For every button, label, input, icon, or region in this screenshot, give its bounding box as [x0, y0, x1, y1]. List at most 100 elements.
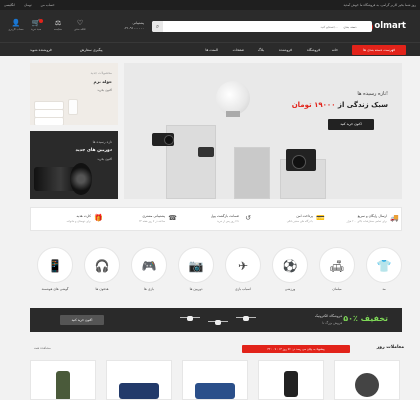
search-category-select[interactable]: دسته بندی	[332, 25, 368, 29]
side-banner-towels[interactable]: محصولات جدید حوله نرم اکنون بخرید	[30, 63, 118, 125]
nav-vendor[interactable]: فروشنده	[279, 48, 292, 52]
search-icon: ⌕	[155, 23, 160, 30]
language-select[interactable]: انگلیسی	[4, 3, 15, 7]
sofa-icon: 🛋	[319, 247, 355, 283]
pedestal	[234, 147, 270, 199]
category-headphones[interactable]: 🎧 هدفون ها	[84, 247, 120, 291]
category-label: دوربین ها	[189, 287, 203, 291]
product-card[interactable]	[258, 360, 324, 400]
category-smartphones[interactable]: 📱 گوشی های هوشمند	[37, 247, 73, 291]
side-banner-link[interactable]: اکنون بخرید	[97, 157, 112, 161]
category-toys[interactable]: ✈ اسباب بازی	[225, 247, 261, 291]
product-card[interactable]	[334, 360, 400, 400]
headphones-icon: 🎧	[84, 247, 120, 283]
nav-home[interactable]: خانه	[332, 48, 338, 52]
lamp-image	[216, 81, 250, 115]
support-icon: ☎	[168, 214, 177, 222]
hero-shop-button[interactable]: اکنون خرید کنید	[328, 119, 374, 130]
card-icon: 💳	[316, 214, 325, 222]
category-label: ورزشی	[284, 287, 296, 291]
top-bar: حساب من تومان انگلیسی روز شما بخیر کاربر…	[0, 0, 420, 10]
hero-kicker: تازه رسیده ها!	[357, 91, 388, 97]
feature-money-back: ↺ ضمانت بازگشت پول تا ۷ روز پس از خرید	[179, 212, 253, 228]
cart-icon: 🛒	[31, 19, 41, 27]
wishlist-button[interactable]: ♡ علاقه مندی	[70, 19, 90, 31]
nav-track-order[interactable]: پیگیری سفارش	[80, 48, 103, 52]
side-banner-link[interactable]: اکنون بخرید	[97, 88, 112, 92]
drone-image	[180, 314, 200, 322]
category-sports[interactable]: ⚽ ورزشی	[272, 247, 308, 291]
feature-sub: برای دوستان و خانواده	[66, 220, 91, 223]
heart-icon: ♡	[76, 19, 84, 27]
tshirt-icon: 👕	[366, 247, 402, 283]
side-banner-cameras[interactable]: تازه رسیده ها دوربین های جدید اکنون بخری…	[30, 131, 118, 199]
category-row: 👕 مد 🛋 مبلمان ⚽ ورزشی ✈ اسباب بازی 📷 دوربین ه…	[30, 247, 402, 297]
deals-view-all-link[interactable]: مشاهده همه	[34, 346, 51, 350]
promo-shop-button[interactable]: اکنون خرید کنید	[60, 315, 104, 325]
nav-pages[interactable]: صفحات	[233, 48, 244, 52]
hero-title-price: ۱۹۰۰۰ تومان	[291, 101, 336, 109]
deals-title: معاملات روز	[376, 345, 404, 350]
hero-title: سبک زندگی از ۱۹۰۰۰ تومان	[292, 101, 388, 109]
towel-image	[34, 117, 64, 125]
category-games[interactable]: 🎮 بازی ها	[131, 247, 167, 291]
currency-select[interactable]: تومان	[24, 3, 32, 7]
product-card[interactable]	[182, 360, 248, 400]
product-card[interactable]	[106, 360, 172, 400]
compare-label: مقایسه	[54, 28, 62, 31]
product-card[interactable]	[30, 360, 96, 400]
product-image	[195, 383, 235, 399]
lens-front	[70, 163, 92, 195]
camera-lens	[292, 155, 306, 169]
nav-blog[interactable]: بلاگ	[258, 48, 264, 52]
compare-button[interactable]: ⚖ مقایسه	[48, 19, 68, 31]
security-camera-image	[198, 147, 214, 157]
category-furniture[interactable]: 🛋 مبلمان	[319, 247, 355, 291]
nav-elements[interactable]: المنت ها	[205, 48, 218, 52]
hero-title-a: سبک زندگی از	[337, 101, 388, 109]
drone-image	[236, 314, 256, 322]
category-label: گوشی های هوشمند	[41, 287, 69, 291]
smartphone-icon: 📱	[37, 247, 73, 283]
hero-banner[interactable]: تازه رسیده ها! سبک زندگی از ۱۹۰۰۰ تومان …	[124, 63, 402, 199]
promo-banner[interactable]: ۵۰٪ تخفیف فروشگاه الکترونیک فروش بزرگ تا…	[30, 308, 402, 332]
feature-sub: با درگاه های معتبر بانکی	[286, 220, 313, 223]
feature-free-shipping: 🚚 ارسال رایگان و سریع برای تمامی سفارشات…	[327, 212, 401, 228]
nav-become-vendor[interactable]: فروشنده شوید	[30, 48, 52, 52]
category-cameras[interactable]: 📷 دوربین ها	[178, 247, 214, 291]
account-link[interactable]: حساب من	[41, 3, 55, 7]
side-banner-title: حوله نرم	[93, 79, 112, 84]
feature-secure-payment: 💳 پرداخت امن با درگاه های معتبر بانکی	[253, 212, 327, 228]
product-image	[56, 371, 70, 399]
side-banner-title: دوربین های جدید	[75, 148, 112, 153]
browse-categories-button[interactable]: فهرست دسته بندی ها	[352, 45, 406, 55]
features-strip: 🚚 ارسال رایگان و سریع برای تمامی سفارشات…	[30, 207, 402, 231]
category-fashion[interactable]: 👕 مد	[366, 247, 402, 291]
camera-icon: 📷	[178, 247, 214, 283]
main-nav: فهرست دسته بندی ها خانه فروشگاه فروشنده …	[0, 42, 420, 56]
cart-button[interactable]: 🛒 سبد خرید	[26, 19, 46, 31]
cart-label: سبد خرید	[30, 28, 42, 31]
account-button[interactable]: 👤 حساب کاربری	[6, 19, 26, 31]
camera-lens	[164, 135, 174, 145]
cart-badge	[39, 19, 43, 23]
ball-icon: ⚽	[272, 247, 308, 283]
welcome-text: روز شما بخیر کاربر گرامی، به فروشگاه ما …	[343, 3, 416, 7]
account-label: حساب کاربری	[8, 28, 24, 31]
promo-title: فروشگاه الکترونیک	[314, 314, 342, 318]
feature-title: ضمانت بازگشت پول	[210, 214, 239, 218]
gamepad-icon: 🎮	[131, 247, 167, 283]
refund-icon: ↺	[245, 214, 251, 222]
feature-sub: برای تمامی سفارشات بالای ۲۰۰ هزار	[346, 220, 387, 223]
search-bar: ⌕ جستجو کنید... دسته بندی	[152, 21, 372, 32]
feature-sub: ۲۴ ساعته در ۷ روز هفته	[138, 220, 165, 223]
promo-percent: ۵۰٪ تخفیف	[343, 314, 388, 323]
search-button[interactable]: ⌕	[152, 21, 163, 32]
main-header: oolmart ⌕ جستجو کنید... دسته بندی پشتیبا…	[0, 10, 420, 42]
category-label: مد	[382, 287, 386, 291]
product-image	[119, 383, 159, 399]
plane-icon: ✈	[225, 247, 261, 283]
wishlist-label: علاقه مندی	[73, 28, 87, 31]
category-label: مبلمان	[332, 287, 342, 291]
nav-shop[interactable]: فروشگاه	[307, 48, 320, 52]
